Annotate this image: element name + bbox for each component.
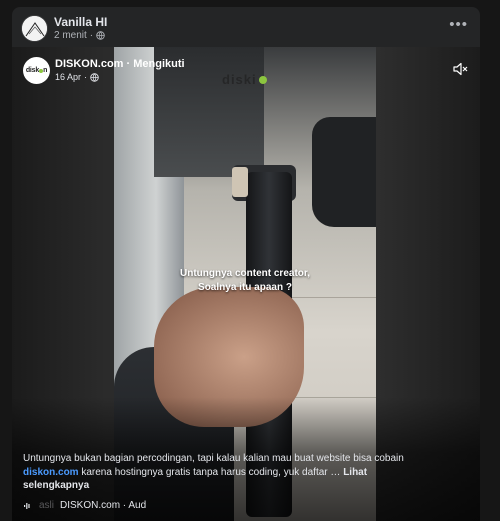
overlay-line-2: Soalnya itu apaan ? — [198, 282, 292, 293]
description-link[interactable]: diskon.com — [23, 467, 79, 478]
page-name[interactable]: DISKON.com — [55, 58, 123, 70]
post-description: Untungnya bukan bagian percodingan, tapi… — [23, 453, 404, 491]
post-time[interactable]: 2 menit — [54, 30, 87, 41]
author-name[interactable]: Vanilla HI — [54, 15, 107, 29]
video-scene-knob — [232, 167, 248, 197]
follow-status[interactable]: Mengikuti — [133, 58, 184, 70]
avatar[interactable] — [21, 15, 48, 42]
page-avatar[interactable]: disk n — [23, 57, 50, 84]
more-options-icon[interactable]: ••• — [449, 17, 468, 32]
meta-separator: · — [89, 30, 94, 41]
video-scene-bag — [312, 117, 376, 227]
profile-picture-icon — [22, 16, 47, 41]
globe-icon — [90, 72, 99, 82]
post-card: Vanilla HI 2 menit · ••• diski Untungnya… — [12, 7, 480, 521]
reel-date[interactable]: 16 Apr — [55, 72, 81, 82]
video-overlay-text: Untungnya content creator, Soalnya itu a… — [114, 267, 376, 295]
globe-icon — [96, 31, 105, 40]
video-watermark: diski — [222, 72, 267, 87]
reel-video-container[interactable]: diski Untungnya content creator, Soalnya… — [12, 47, 480, 521]
audio-prefix: asli — [39, 500, 55, 511]
audio-label[interactable]: DISKON.com · Aud — [60, 500, 146, 511]
post-meta: 2 menit · — [54, 30, 105, 41]
speaker-muted-icon[interactable] — [452, 61, 468, 77]
audio-attribution[interactable]: asli DISKON.com · Aud — [23, 500, 146, 511]
page-name-line: DISKON.com · Mengikuti — [55, 58, 185, 70]
post-header: Vanilla HI 2 menit · ••• — [12, 7, 480, 47]
reel-meta: 16 Apr · — [55, 72, 99, 82]
audio-wave-icon — [24, 502, 30, 509]
overlay-line-1: Untungnya content creator, — [179, 268, 310, 279]
